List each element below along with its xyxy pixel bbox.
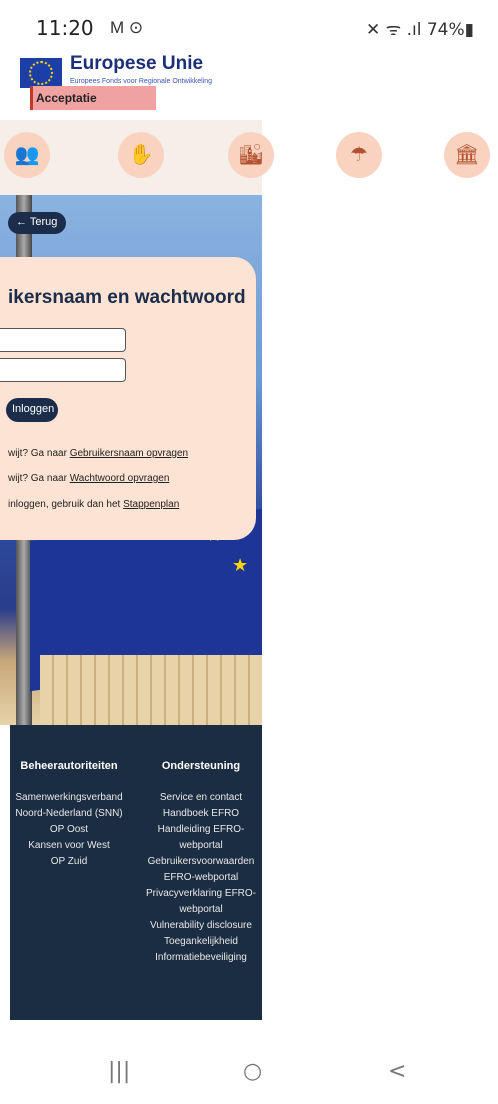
status-right-icons: ✕ ᯤ .ıl 74%▮: [366, 20, 474, 40]
people-icon[interactable]: 👥: [4, 132, 50, 178]
login-button[interactable]: Inloggen: [6, 398, 58, 422]
android-nav-bar: ||| ○ <: [0, 1045, 498, 1104]
footer-link[interactable]: Privacyverklaring EFRO-: [140, 886, 262, 902]
recent-apps-button[interactable]: |||: [108, 1059, 130, 1084]
login-title: ikersnaam en wachtwoord: [8, 287, 246, 308]
footer-heading-authorities: Beheerautoriteiten: [20, 760, 118, 772]
forgot-username-line: wijt? Ga naar Gebruikersnaam opvragen: [8, 448, 189, 459]
category-icon-strip: 👥 ✋ 🏙 ☂ 🏛: [0, 120, 498, 195]
request-username-link[interactable]: Gebruikersnaam opvragen: [70, 448, 188, 459]
footer-link[interactable]: Handleiding EFRO-: [140, 822, 262, 838]
home-button[interactable]: ○: [243, 1059, 262, 1084]
notification-icons: M ⊙: [110, 18, 144, 37]
footer-column-support: Ondersteuning Service en contact Handboe…: [140, 760, 262, 966]
site-subtitle: Europees Fonds voor Regionale Ontwikkeli…: [70, 78, 213, 85]
footer-link[interactable]: EFRO-webportal: [140, 870, 262, 886]
status-bar: 11:20 M ⊙ ✕ ᯤ .ıl 74%▮: [0, 0, 498, 50]
footer-link[interactable]: Service en contact: [140, 790, 262, 806]
environment-badge: Acceptatie: [30, 86, 156, 110]
site-footer: Beheerautoriteiten Samenwerkingsverband …: [10, 725, 262, 1020]
stepplan-line: inloggen, gebruik dan het Stappenplan: [8, 499, 180, 510]
footer-link[interactable]: OP Oost: [10, 822, 128, 838]
nav-back-button[interactable]: <: [388, 1059, 406, 1084]
footer-link[interactable]: OP Zuid: [10, 854, 128, 870]
password-field[interactable]: [0, 358, 126, 382]
footer-link[interactable]: Handboek EFRO: [140, 806, 262, 822]
umbrella-icon[interactable]: ☂: [336, 132, 382, 178]
city-icon[interactable]: 🏙: [228, 132, 274, 178]
footer-link[interactable]: Samenwerkingsverband: [10, 790, 128, 806]
footer-link[interactable]: webportal: [140, 902, 262, 918]
building-icon[interactable]: 🏛: [444, 132, 490, 178]
login-card: ikersnaam en wachtwoord Inloggen wijt? G…: [0, 257, 256, 540]
footer-link[interactable]: Noord-Nederland (SNN): [10, 806, 128, 822]
username-field[interactable]: [0, 328, 126, 352]
footer-link[interactable]: webportal: [140, 838, 262, 854]
footer-link[interactable]: Vulnerability disclosure: [140, 918, 262, 934]
stepplan-link[interactable]: Stappenplan: [123, 499, 179, 510]
site-title: Europese Unie: [70, 53, 204, 74]
footer-link[interactable]: Informatiebeveiliging: [140, 950, 262, 966]
forgot-password-line: wijt? Ga naar Wachtwoord opvragen: [8, 473, 170, 484]
eu-flag-icon: [20, 58, 62, 88]
hands-icon[interactable]: ✋: [118, 132, 164, 178]
status-time: 11:20: [36, 16, 94, 40]
footer-column-authorities: Beheerautoriteiten Samenwerkingsverband …: [10, 760, 128, 870]
footer-link[interactable]: Toegankelijkheid: [140, 934, 262, 950]
request-password-link[interactable]: Wachtwoord opvragen: [70, 473, 170, 484]
footer-link[interactable]: Gebruikersvoorwaarden: [140, 854, 262, 870]
footer-link[interactable]: Kansen voor West: [10, 838, 128, 854]
back-button[interactable]: ← Terug: [8, 212, 66, 234]
footer-heading-support: Ondersteuning: [161, 760, 241, 772]
site-header: Europese Unie Europees Fonds voor Region…: [0, 50, 265, 120]
